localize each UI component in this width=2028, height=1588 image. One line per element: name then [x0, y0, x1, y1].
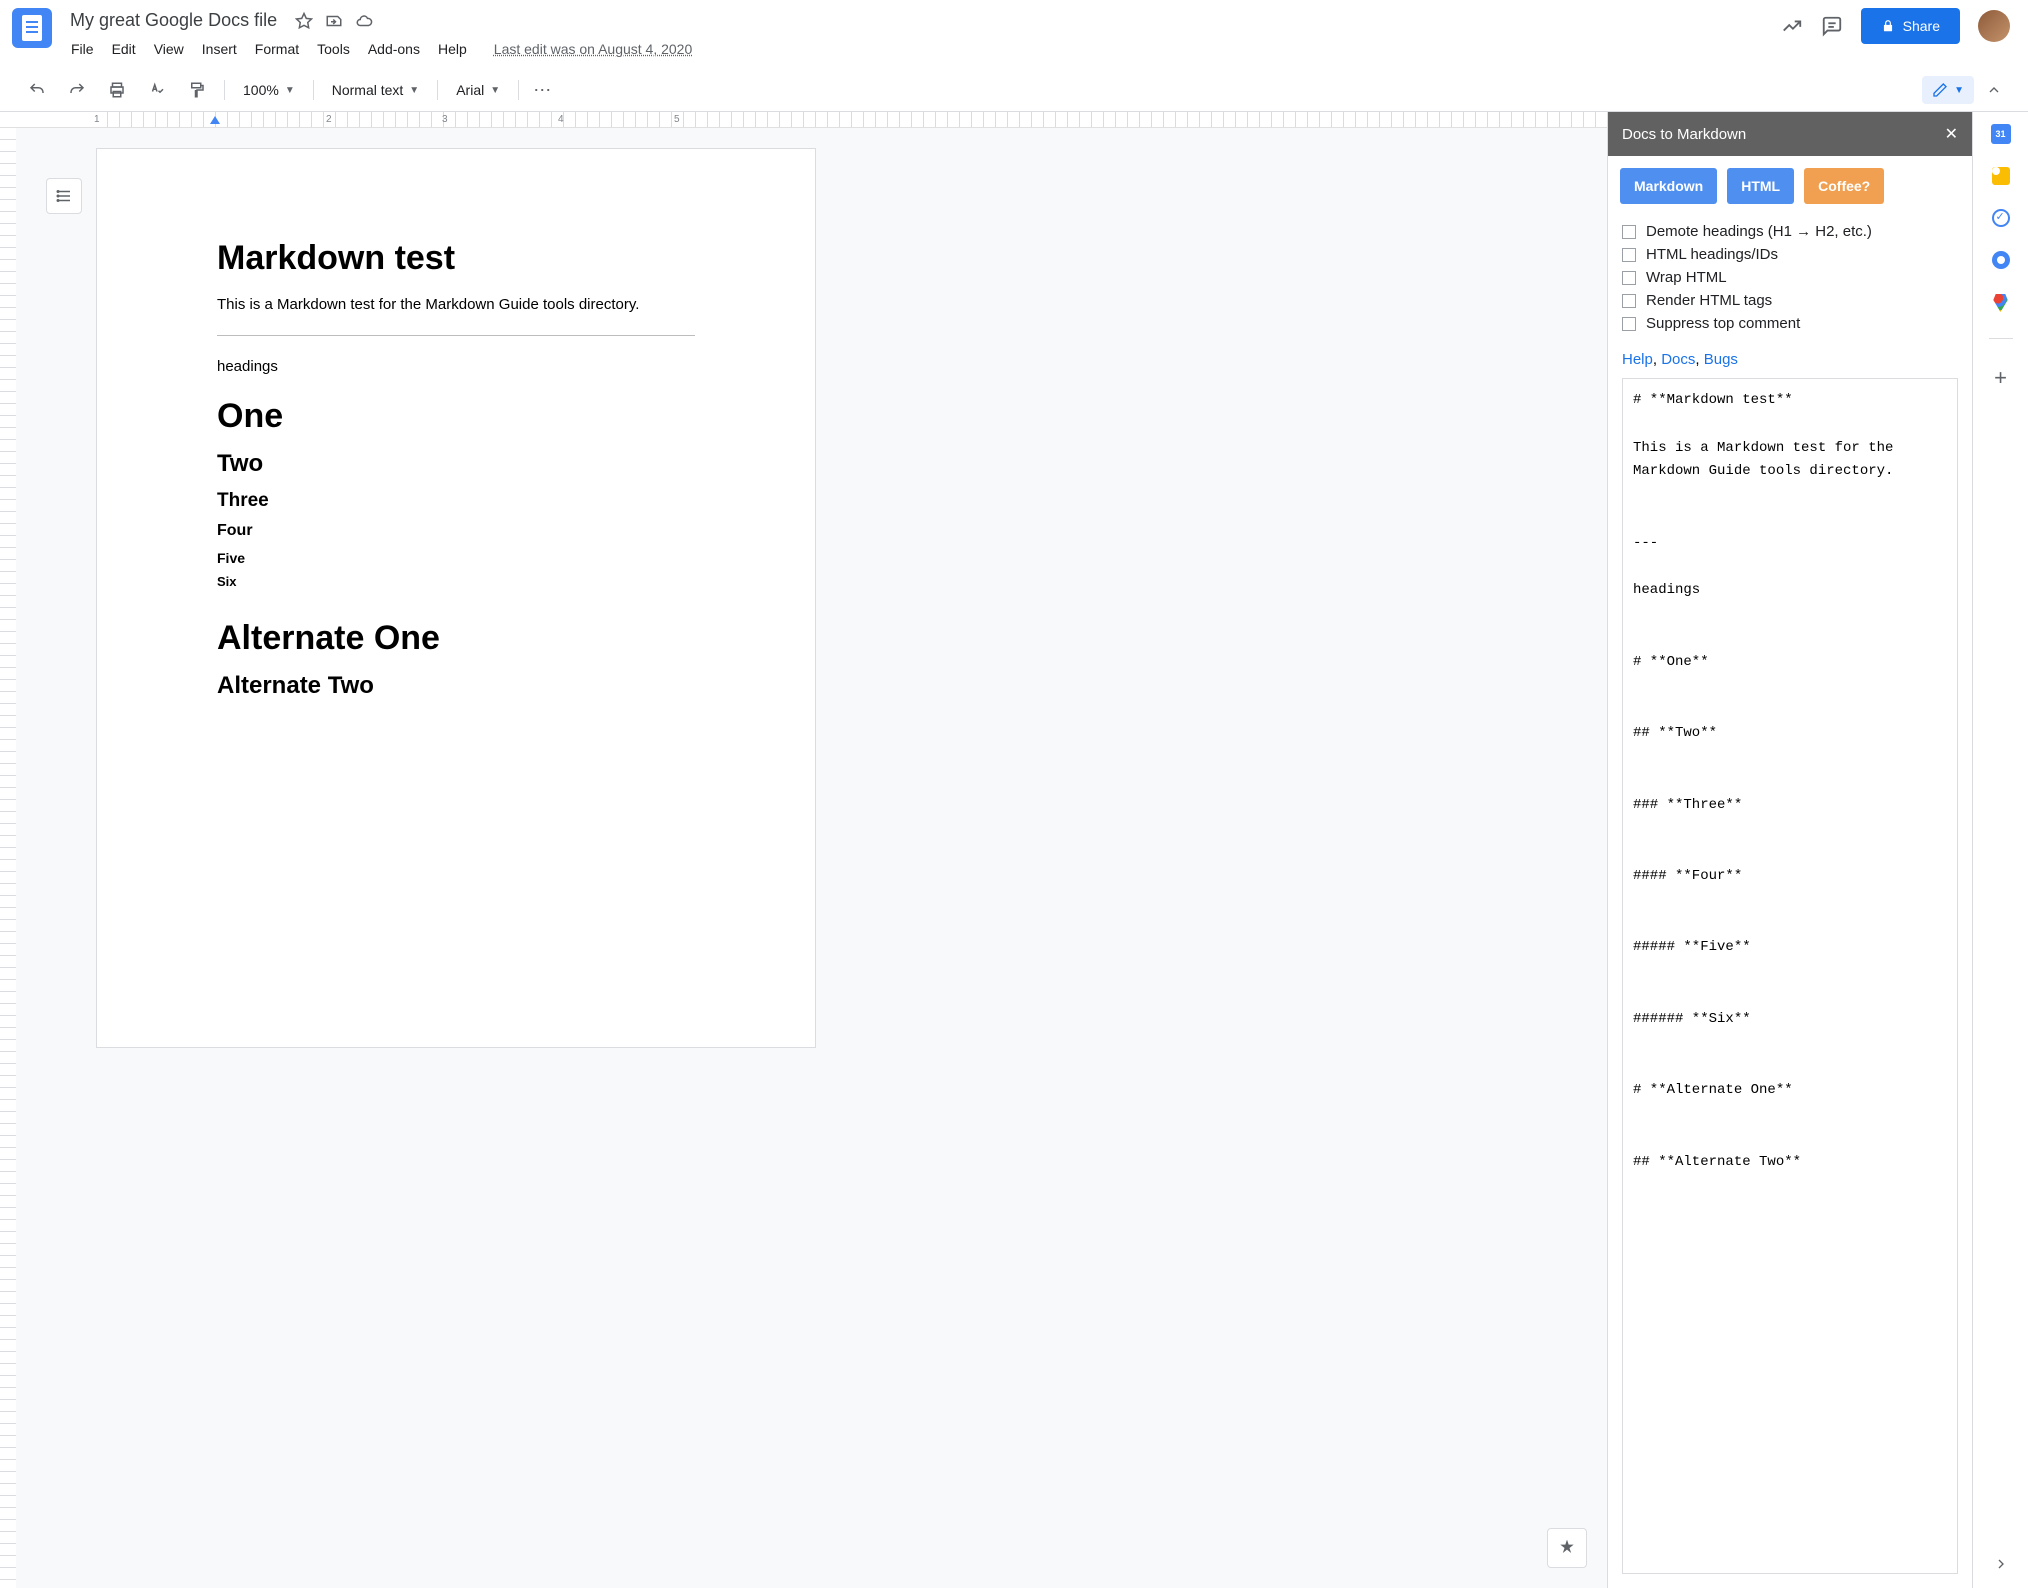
maps-icon[interactable]: [1991, 292, 2011, 312]
undo-button[interactable]: [20, 75, 54, 105]
collapse-toolbar-button[interactable]: [1980, 76, 2008, 104]
document-title[interactable]: My great Google Docs file: [64, 8, 283, 33]
check-label: HTML headings/IDs: [1646, 246, 1778, 263]
addon-header: Docs to Markdown ✕: [1608, 112, 1972, 156]
ruler-tick: 4: [558, 114, 564, 125]
share-label: Share: [1903, 18, 1940, 34]
editing-mode-button[interactable]: ▼: [1922, 76, 1974, 104]
print-button[interactable]: [100, 75, 134, 105]
ruler-tick: 2: [326, 114, 332, 125]
markdown-tab[interactable]: Markdown: [1620, 168, 1717, 204]
app-header: My great Google Docs file File Edit Vie: [0, 0, 2028, 69]
add-addon-icon[interactable]: +: [1994, 365, 2007, 391]
move-icon[interactable]: [325, 12, 343, 30]
html-tab[interactable]: HTML: [1727, 168, 1794, 204]
checkbox-suppress[interactable]: [1622, 317, 1636, 331]
vertical-ruler[interactable]: [0, 128, 16, 1588]
doc-heading-5: Five: [217, 550, 695, 566]
explore-button[interactable]: [1547, 1528, 1587, 1568]
collapse-sidepanel-icon[interactable]: [1993, 1556, 2009, 1588]
menu-help[interactable]: Help: [431, 37, 474, 61]
ruler-tick: 3: [442, 114, 448, 125]
addon-help-links: Help, Docs, Bugs: [1608, 345, 1972, 378]
star-icon[interactable]: [295, 12, 313, 30]
outline-button[interactable]: [46, 178, 82, 214]
horizontal-rule: [217, 335, 695, 336]
toolbar: 100%▼ Normal text▼ Arial▼ ⋯ ▼: [0, 69, 2028, 112]
close-icon[interactable]: ✕: [1945, 124, 1958, 144]
checkbox-wrap[interactable]: [1622, 271, 1636, 285]
help-link[interactable]: Help: [1622, 351, 1653, 368]
user-avatar[interactable]: [1978, 10, 2010, 42]
ruler-tick: 5: [674, 114, 680, 125]
doc-heading-4: Four: [217, 522, 695, 540]
divider: [1989, 338, 2013, 339]
doc-heading-2: Two: [217, 450, 695, 478]
checkbox-html-ids[interactable]: [1622, 248, 1636, 262]
font-select[interactable]: Arial▼: [448, 78, 508, 102]
redo-button[interactable]: [60, 75, 94, 105]
menu-tools[interactable]: Tools: [310, 37, 357, 61]
check-label: Suppress top comment: [1646, 315, 1800, 332]
menu-file[interactable]: File: [64, 37, 101, 61]
doc-alt-heading-2: Alternate Two: [217, 672, 695, 700]
side-panel: 31 +: [1972, 112, 2028, 1588]
docs-logo[interactable]: [12, 8, 52, 48]
share-button[interactable]: Share: [1861, 8, 1960, 44]
coffee-tab[interactable]: Coffee?: [1804, 168, 1884, 204]
tasks-icon[interactable]: [1991, 208, 2011, 228]
zoom-select[interactable]: 100%▼: [235, 78, 303, 102]
document-area: 1 2 3 4 5 Markdown test This is a Markdo…: [0, 112, 1607, 1588]
menu-edit[interactable]: Edit: [105, 37, 143, 61]
horizontal-ruler[interactable]: 1 2 3 4 5: [0, 112, 1607, 128]
checkbox-demote[interactable]: [1622, 225, 1636, 239]
cloud-icon[interactable]: [355, 12, 373, 30]
menu-addons[interactable]: Add-ons: [361, 37, 427, 61]
doc-heading-6: Six: [217, 574, 695, 589]
bugs-link[interactable]: Bugs: [1704, 351, 1738, 368]
menubar: File Edit View Insert Format Tools Add-o…: [64, 37, 1781, 61]
indent-marker[interactable]: [210, 116, 220, 124]
addon-title: Docs to Markdown: [1622, 126, 1746, 143]
paint-format-button[interactable]: [180, 75, 214, 105]
doc-text: headings: [217, 358, 695, 375]
ruler-tick: 1: [94, 114, 100, 125]
doc-heading-1: One: [217, 397, 695, 436]
spellcheck-button[interactable]: [140, 75, 174, 105]
menu-format[interactable]: Format: [248, 37, 306, 61]
menu-insert[interactable]: Insert: [195, 37, 244, 61]
menu-view[interactable]: View: [147, 37, 191, 61]
doc-heading-3: Three: [217, 490, 695, 512]
markdown-output[interactable]: # **Markdown test** This is a Markdown t…: [1622, 378, 1958, 1574]
last-edit-link[interactable]: Last edit was on August 4, 2020: [494, 41, 692, 57]
keep-icon[interactable]: [1991, 166, 2011, 186]
docs-link[interactable]: Docs: [1661, 351, 1695, 368]
contacts-icon[interactable]: [1991, 250, 2011, 270]
doc-title-heading: Markdown test: [217, 239, 695, 278]
check-label: Wrap HTML: [1646, 269, 1727, 286]
paragraph-style-select[interactable]: Normal text▼: [324, 78, 427, 102]
check-label: Render HTML tags: [1646, 292, 1772, 309]
activity-icon[interactable]: [1781, 15, 1803, 37]
addon-panel: Docs to Markdown ✕ Markdown HTML Coffee?…: [1607, 112, 1972, 1588]
document-page[interactable]: Markdown test This is a Markdown test fo…: [96, 148, 816, 1048]
doc-alt-heading-1: Alternate One: [217, 619, 695, 658]
doc-intro-text: This is a Markdown test for the Markdown…: [217, 296, 695, 313]
more-tools-button[interactable]: ⋯: [529, 76, 557, 105]
calendar-icon[interactable]: 31: [1991, 124, 2011, 144]
check-label: Demote headings (H1 → H2, etc.): [1646, 223, 1872, 240]
checkbox-render[interactable]: [1622, 294, 1636, 308]
comments-icon[interactable]: [1821, 15, 1843, 37]
